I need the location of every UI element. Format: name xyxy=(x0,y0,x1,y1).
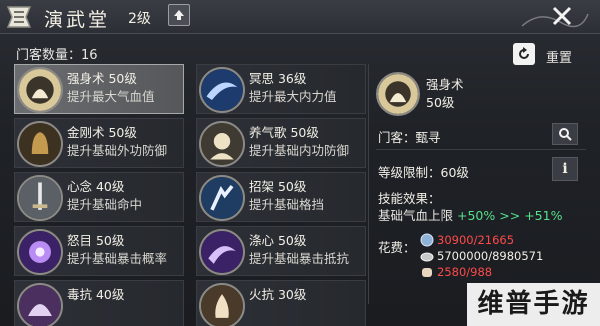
fist-icon xyxy=(422,268,432,277)
silver-icon xyxy=(420,252,434,262)
separator xyxy=(376,149,586,150)
meditation-icon xyxy=(17,67,63,113)
skill-desc: 提升基础暴击概率 xyxy=(67,251,168,266)
panel-divider xyxy=(368,64,369,304)
reset-button[interactable] xyxy=(513,43,535,65)
skill-desc: 提升最大气血值 xyxy=(67,89,155,104)
detail-skill-name: 强身术 xyxy=(426,77,464,92)
skill-desc: 提升基础外功防御 xyxy=(67,143,168,158)
skill-name: 涤心 50级 xyxy=(249,233,307,248)
skill-card[interactable]: 毒抗 40级 xyxy=(14,280,184,326)
skill-desc: 提升最大内力值 xyxy=(249,89,337,104)
effect-line: 基础气血上限 +50% >> +51% xyxy=(378,205,562,224)
title-bar: 演武堂 2级 xyxy=(0,0,600,34)
disciple-count: 门客数量：16 xyxy=(16,48,98,63)
skill-card[interactable]: 招架 50级 提升基础格挡 xyxy=(196,172,366,222)
detail-skill-level: 50级 xyxy=(426,95,455,110)
skill-card[interactable]: 怒目 50级 提升基础暴击概率 xyxy=(14,226,184,276)
disciple-label: 门客：甄寻 xyxy=(378,130,441,145)
training-hall-window: 演武堂 2级 门客数量：16 重置 强身术 50级 提升最大气血值 冥思 36级… xyxy=(0,0,600,326)
skill-name: 心念 40级 xyxy=(67,179,125,194)
skill-card[interactable]: 火抗 30级 xyxy=(196,280,366,326)
info-icon: i xyxy=(562,161,568,177)
effect-arrow: >> xyxy=(499,208,521,223)
purple-orb-icon xyxy=(17,229,63,275)
skill-name: 冥思 36级 xyxy=(249,71,307,86)
watermark: 维普手游网 xyxy=(467,283,600,326)
parry-icon xyxy=(199,175,245,221)
close-icon xyxy=(552,6,572,26)
bell-icon xyxy=(17,121,63,167)
skill-name: 招架 50级 xyxy=(249,179,307,194)
skill-name: 强身术 50级 xyxy=(67,71,137,86)
search-icon xyxy=(559,128,572,141)
cost-row: 30900/21665 xyxy=(420,233,514,247)
skill-card[interactable]: 冥思 36级 提升最大内力值 xyxy=(196,64,366,114)
skill-card[interactable]: 涤心 50级 提升基础暴击抵抗 xyxy=(196,226,366,276)
cost-value: 5700000/8980571 xyxy=(437,249,544,263)
effect-current: +50% xyxy=(457,208,496,223)
poison-icon xyxy=(17,283,63,326)
search-button[interactable] xyxy=(552,123,578,145)
swirl-icon xyxy=(199,67,245,113)
upgrade-button[interactable] xyxy=(168,4,190,26)
effect-next: +51% xyxy=(524,208,563,223)
fire-icon xyxy=(199,283,245,326)
skill-desc: 提升基础内功防御 xyxy=(249,143,350,158)
skill-card[interactable]: 强身术 50级 提升最大气血值 xyxy=(14,64,184,114)
reset-label[interactable]: 重置 xyxy=(546,47,572,66)
cost-value: 30900/21665 xyxy=(437,233,515,247)
skill-card[interactable]: 心念 40级 提升基础命中 xyxy=(14,172,184,222)
skill-card[interactable]: 养气歌 50级 提升基础内功防御 xyxy=(196,118,366,168)
hall-level: 2级 xyxy=(128,11,151,27)
skill-name: 金刚术 50级 xyxy=(67,125,137,140)
breath-icon xyxy=(199,121,245,167)
cost-value: 2580/988 xyxy=(437,265,493,279)
skill-name: 毒抗 40级 xyxy=(67,287,125,302)
skill-desc: 提升基础命中 xyxy=(67,197,143,212)
coin-icon xyxy=(420,233,434,247)
sword-icon xyxy=(17,175,63,221)
cost-row: 2580/988 xyxy=(420,265,492,279)
info-button[interactable]: i xyxy=(552,157,578,181)
skill-name: 养气歌 50级 xyxy=(249,125,319,140)
refresh-icon xyxy=(519,47,529,59)
skill-card[interactable]: 金刚术 50级 提升基础外功防御 xyxy=(14,118,184,168)
skill-grid: 强身术 50级 提升最大气血值 冥思 36级 提升最大内力值 金刚术 50级 提… xyxy=(14,64,366,326)
skill-desc: 提升基础格挡 xyxy=(249,197,325,212)
skill-desc: 提升基础暴击抵抗 xyxy=(249,251,350,266)
purple-swirl-icon xyxy=(199,229,245,275)
arrow-up-icon xyxy=(174,10,184,20)
skill-name: 怒目 50级 xyxy=(67,233,125,248)
cost-row: 5700000/8980571 xyxy=(420,249,543,263)
emblem-icon xyxy=(6,6,32,28)
meditation-icon xyxy=(376,72,420,116)
close-button[interactable] xyxy=(548,4,576,28)
level-limit: 等级限制：60级 xyxy=(378,165,469,180)
page-title: 演武堂 xyxy=(44,9,111,31)
cost-label: 花费： xyxy=(378,240,416,255)
skill-name: 火抗 30级 xyxy=(249,287,307,302)
effect-base: 基础气血上限 xyxy=(378,208,454,223)
